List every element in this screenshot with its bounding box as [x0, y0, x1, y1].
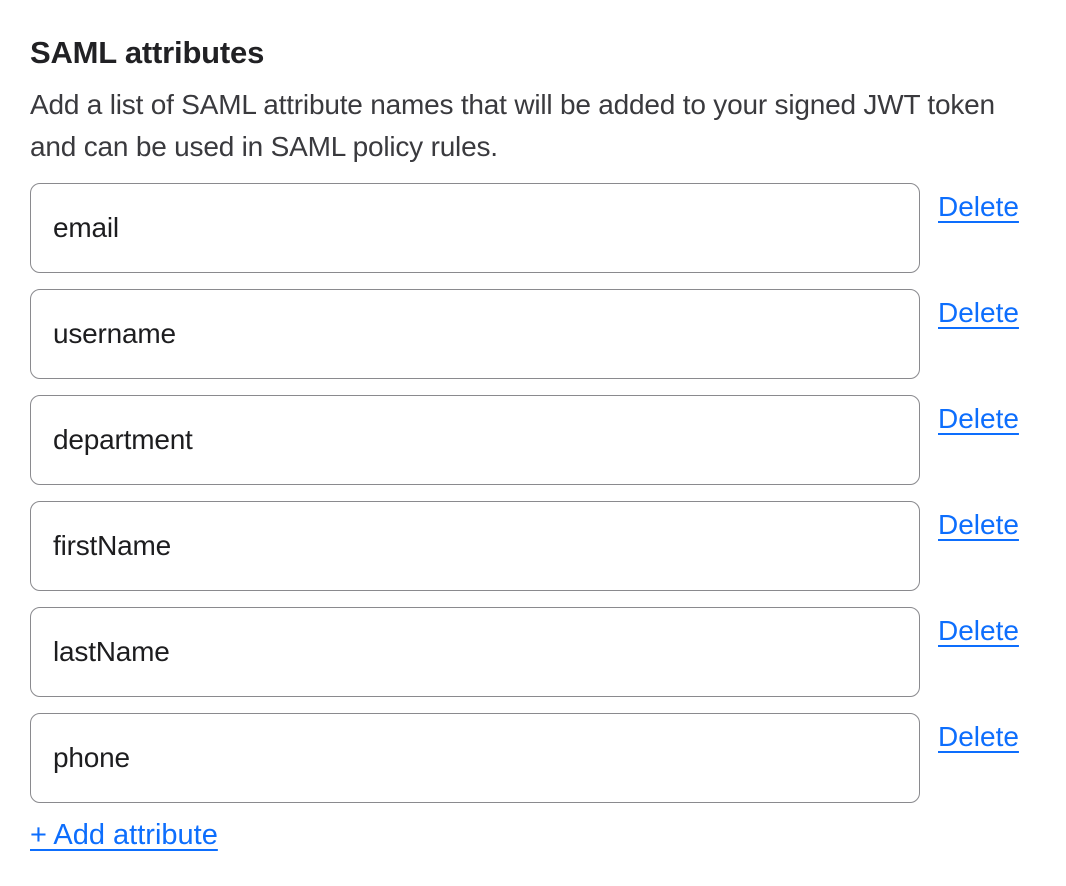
- section-title: SAML attributes: [30, 36, 1036, 70]
- delete-attribute-link[interactable]: Delete: [938, 298, 1019, 328]
- attribute-row: Delete: [30, 183, 1036, 273]
- attribute-input-department[interactable]: [30, 395, 920, 485]
- delete-attribute-link[interactable]: Delete: [938, 192, 1019, 222]
- attribute-row: Delete: [30, 713, 1036, 803]
- attribute-row: Delete: [30, 289, 1036, 379]
- section-description-line-2: and can be used in SAML policy rules.: [30, 126, 1036, 168]
- saml-attributes-section: SAML attributes Add a list of SAML attri…: [0, 0, 1066, 851]
- attribute-row: Delete: [30, 501, 1036, 591]
- attribute-list: Delete Delete Delete Delete Delete Delet…: [30, 183, 1036, 803]
- attribute-row: Delete: [30, 395, 1036, 485]
- attribute-input-username[interactable]: [30, 289, 920, 379]
- attribute-input-email[interactable]: [30, 183, 920, 273]
- add-attribute-wrap: + Add attribute: [30, 819, 1036, 851]
- section-description: Add a list of SAML attribute names that …: [30, 84, 1036, 168]
- attribute-input-lastname[interactable]: [30, 607, 920, 697]
- delete-attribute-link[interactable]: Delete: [938, 510, 1019, 540]
- add-attribute-link[interactable]: + Add attribute: [30, 819, 218, 851]
- attribute-input-phone[interactable]: [30, 713, 920, 803]
- attribute-row: Delete: [30, 607, 1036, 697]
- delete-attribute-link[interactable]: Delete: [938, 404, 1019, 434]
- attribute-input-firstname[interactable]: [30, 501, 920, 591]
- delete-attribute-link[interactable]: Delete: [938, 722, 1019, 752]
- delete-attribute-link[interactable]: Delete: [938, 616, 1019, 646]
- section-description-line-1: Add a list of SAML attribute names that …: [30, 84, 1036, 126]
